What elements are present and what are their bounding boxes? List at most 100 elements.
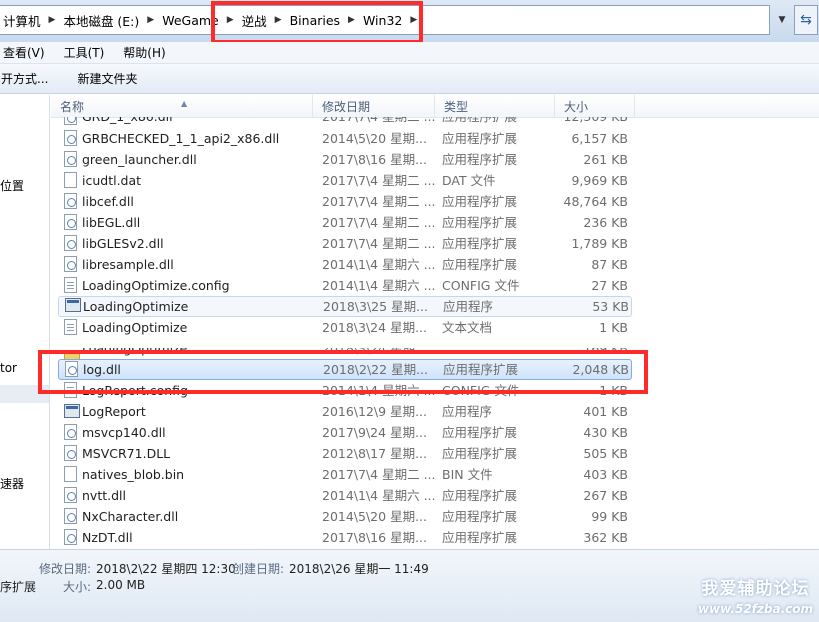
- menu-tools[interactable]: 工具(T): [61, 44, 105, 61]
- file-size: 87 KB: [591, 257, 628, 272]
- dll-file-icon: [64, 235, 77, 251]
- nav-item-location[interactable]: 位置: [0, 177, 24, 194]
- breadcrumb-binaries[interactable]: Binaries: [287, 13, 343, 28]
- table-row[interactable]: libGLESv2.dll 2017\7\4 星期二 ... 应用程序扩展 1,789…: [51, 233, 819, 254]
- table-row[interactable]: GRD_1_x86.dll 2017\7\4 星期二 ...应用程序扩展12,30…: [51, 117, 819, 127]
- menu-help[interactable]: 帮助(H): [120, 44, 165, 61]
- column-header-name[interactable]: 名称 ▲: [51, 95, 313, 118]
- breadcrumb-separator-icon[interactable]: ▶: [142, 15, 159, 25]
- breadcrumb-win32[interactable]: Win32: [360, 13, 405, 28]
- file-size: 2,048 KB: [572, 362, 629, 377]
- file-size: 6,157 KB: [571, 131, 628, 146]
- table-row[interactable]: LogReport 2016\12\9 星期... 应用程序 401 KB: [51, 401, 819, 422]
- dll-file-icon: [64, 256, 77, 272]
- file-date: 2017\8\16 星期...: [322, 152, 427, 167]
- file-name: log.dll: [83, 362, 121, 377]
- table-row[interactable]: msvcp140.dll 2017\9\24 星期... 应用程序扩展 430 KB: [51, 422, 819, 443]
- breadcrumb-separator-icon[interactable]: ▶: [405, 15, 422, 25]
- column-header-type[interactable]: 类型: [435, 95, 555, 118]
- file-date: 2014\1\4 星期六 ...: [322, 383, 436, 398]
- table-row[interactable]: libEGL.dll 2017\7\4 星期二 ... 应用程序扩展 236 KB: [51, 212, 819, 233]
- blank-file-icon: [64, 172, 77, 188]
- table-row[interactable]: icudtl.dat 2017\7\4 星期二 ... DAT 文件 9,969 KB: [51, 170, 819, 191]
- column-header-size[interactable]: 大小: [555, 95, 635, 118]
- table-row-selected[interactable]: log.dll 2018\2\22 星期... 应用程序扩展 2,048 KB: [58, 359, 632, 380]
- file-type: 应用程序扩展: [442, 117, 562, 127]
- file-type: 文本文档: [442, 320, 493, 335]
- file-name: libcef.dll: [82, 194, 134, 209]
- table-row[interactable]: LoadingOptimize 2018\3\24 星期... 169 KB: [51, 348, 819, 359]
- breadcrumb-separator-icon[interactable]: ▶: [270, 15, 287, 25]
- file-name: LoadingOptimize: [83, 299, 189, 314]
- file-type: 应用程序扩展: [442, 215, 518, 230]
- table-row[interactable]: LogReport.config 2014\1\4 星期六 ... CONFIG 文…: [51, 380, 819, 401]
- file-date: 2018\2\22 星期...: [323, 362, 428, 377]
- file-date: 2017\7\4 星期二 ...: [322, 117, 442, 127]
- new-folder-button[interactable]: 新建文件夹: [77, 70, 137, 87]
- breadcrumb-wegame[interactable]: WeGame: [159, 13, 222, 28]
- site-watermark: 我爱辅助论坛 www.52fzba.com: [698, 574, 813, 616]
- file-name: icudtl.dat: [82, 173, 142, 188]
- file-type: 应用程序扩展: [442, 488, 518, 503]
- file-type: 应用程序: [443, 299, 494, 314]
- watermark-title: 我爱辅助论坛: [701, 579, 810, 599]
- table-row[interactable]: natives_blob.bin 2017\7\4 星期二 ... BIN 文件 40…: [51, 464, 819, 485]
- file-type: 应用程序扩展: [442, 446, 518, 461]
- dll-file-icon: [64, 130, 77, 146]
- table-row[interactable]: MSVCR71.DLL 2012\8\17 星期... 应用程序扩展 505 KB: [51, 443, 819, 464]
- file-date: 2017\7\4 星期二 ...: [322, 236, 436, 251]
- breadcrumb-separator-icon[interactable]: ▶: [343, 15, 360, 25]
- table-row[interactable]: GRBCHECKED_1_1_api2_x86.dll 2014\5\20 星期.…: [51, 128, 819, 149]
- file-date: 2018\3\24 星期...: [322, 320, 427, 335]
- file-name: LogReport: [82, 404, 146, 419]
- file-date: 2017\7\4 星期二 ...: [322, 467, 436, 482]
- table-row[interactable]: LoadingOptimize.config 2014\1\4 星期六 ... CO…: [51, 275, 819, 296]
- text-file-icon: [64, 319, 77, 335]
- file-type: 应用程序: [442, 404, 493, 419]
- chevron-down-icon[interactable]: ▼: [773, 5, 791, 35]
- nav-item-tor[interactable]: tor: [0, 361, 17, 375]
- file-name: libEGL.dll: [82, 215, 141, 230]
- breadcrumb-computer[interactable]: 计算机: [0, 11, 44, 30]
- dll-file-icon: [64, 487, 77, 503]
- file-type: BIN 文件: [442, 467, 493, 482]
- breadcrumb-separator-icon[interactable]: ▶: [222, 15, 239, 25]
- details-modified-value: 2018\2\22 星期四 12:30: [96, 562, 236, 576]
- table-row[interactable]: NzDT.dll 2017\8\16 星期... 应用程序扩展 362 KB: [51, 527, 819, 548]
- file-name: libGLESv2.dll: [82, 236, 164, 251]
- menu-view[interactable]: 查看(V): [0, 44, 45, 61]
- table-row[interactable]: nvtt.dll 2014\1\4 星期六 ... 应用程序扩展 267 KB: [51, 485, 819, 506]
- details-type-value: 序扩展: [0, 580, 37, 594]
- table-row[interactable]: LoadingOptimize 2018\3\25 星期... 应用程序 53 KB: [58, 296, 632, 317]
- table-row[interactable]: libcef.dll 2017\7\4 星期二 ... 应用程序扩展 48,764 K…: [51, 191, 819, 212]
- file-size: 430 KB: [583, 425, 628, 440]
- command-bar: 开方式... 新建文件夹: [0, 64, 819, 94]
- file-date: 2014\1\4 星期六 ...: [322, 278, 436, 293]
- file-name: nvtt.dll: [82, 488, 126, 503]
- file-name: libresample.dll: [82, 257, 174, 272]
- file-name: msvcp140.dll: [82, 425, 166, 440]
- file-name: LoadingOptimize: [82, 348, 188, 356]
- nav-item-accelerator[interactable]: 速器: [0, 475, 24, 492]
- file-size: 1 KB: [599, 320, 628, 335]
- open-with-button[interactable]: 开方式...: [1, 70, 48, 87]
- file-size: 267 KB: [583, 488, 628, 503]
- column-header-date[interactable]: 修改日期: [313, 95, 435, 118]
- address-bar[interactable]: 计算机 ▶ 本地磁盘 (E:) ▶ WeGame ▶ 逆战 ▶ Binaries…: [0, 5, 770, 35]
- table-row[interactable]: libresample.dll 2014\1\4 星期六 ... 应用程序扩展 87 …: [51, 254, 819, 275]
- nav-selected-item[interactable]: [0, 385, 49, 403]
- breadcrumb-separator-icon[interactable]: ▶: [44, 15, 61, 25]
- table-row[interactable]: LoadingOptimize 2018\3\24 星期... 文本文档 1 KB: [51, 317, 819, 338]
- menu-bar: 查看(V) 工具(T) 帮助(H): [0, 42, 819, 64]
- breadcrumb-nizhan[interactable]: 逆战: [239, 11, 270, 30]
- file-size: 27 KB: [591, 278, 628, 293]
- table-row[interactable]: NxCharacter.dll 2014\5\20 星期... 应用程序扩展 99 K…: [51, 506, 819, 527]
- file-name: LogReport.config: [82, 383, 188, 398]
- dll-file-icon: [65, 361, 78, 377]
- file-list: 名称 ▲ 修改日期 类型 大小 GRD_1_x86.dll 2017\7\4 星期…: [51, 95, 819, 549]
- table-row[interactable]: green_launcher.dll 2017\8\16 星期... 应用程序扩展 2…: [51, 149, 819, 170]
- refresh-icon[interactable]: ⇆: [794, 5, 818, 35]
- file-date: 2014\5\20 星期...: [322, 509, 427, 524]
- breadcrumb-drive-e[interactable]: 本地磁盘 (E:): [60, 11, 142, 30]
- file-type: 应用程序扩展: [442, 236, 518, 251]
